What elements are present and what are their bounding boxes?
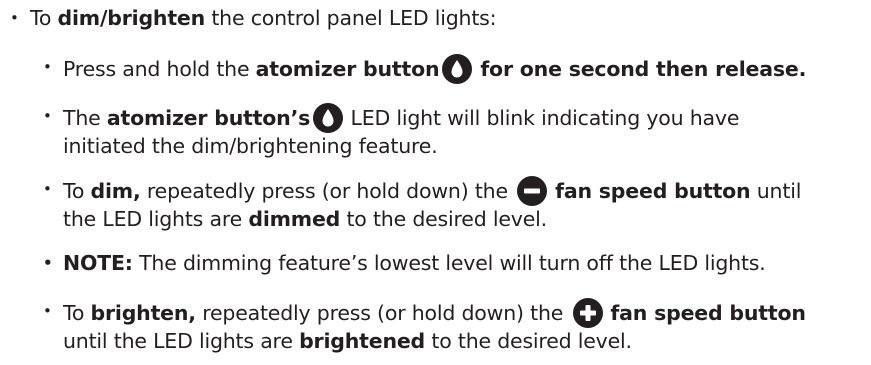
step-item-brighten: • To brighten, repeatedly press (or hold… (43, 298, 806, 355)
step-bold: atomizer button (255, 57, 440, 81)
step-line2-bold: brightened (299, 329, 426, 353)
bullet: • (43, 180, 52, 198)
step-bold-2: fan speed button (548, 179, 751, 203)
step-item-note: • NOTE: The dimming feature’s lowest lev… (43, 250, 766, 277)
bullet: • (43, 58, 52, 76)
step-line-1: The atomizer button’s LED light will bli… (63, 103, 739, 133)
minus-icon (517, 176, 548, 206)
step-bold: atomizer button’s (106, 106, 311, 130)
intro-post: the control panel LED lights: (205, 6, 497, 30)
step-mid: repeatedly press (or hold down) the (195, 301, 570, 325)
step-line2-pre: until the LED lights are (63, 329, 300, 353)
step-bold: dim, (90, 179, 141, 203)
intro-item: • To dim/brighten the control panel LED … (10, 5, 497, 32)
step-bold: brighten, (90, 301, 197, 325)
step-mid: repeatedly press (or hold down) the (140, 179, 515, 203)
step-pre: The (63, 106, 107, 130)
bullet: • (43, 107, 52, 125)
step-line-2: the LED lights are dimmed to the desired… (63, 206, 801, 233)
intro-bold: dim/brighten (57, 6, 206, 30)
droplet-icon (442, 54, 473, 84)
step-line2-pre: the LED lights are (63, 207, 249, 231)
bullet: • (43, 302, 52, 320)
intro-pre: To (30, 6, 58, 30)
step-bold-2: fan speed button (603, 301, 806, 325)
step-bold-end: for one second then release. (473, 57, 807, 81)
step-line-2: until the LED lights are brightened to t… (63, 328, 806, 355)
instructions-document: • To dim/brighten the control panel LED … (0, 0, 871, 365)
note-text: The dimming feature’s lowest level will … (132, 251, 766, 275)
step-line2-bold: dimmed (248, 207, 341, 231)
droplet-icon (313, 103, 344, 133)
step-item-led-blink: • The atomizer button’s LED light will b… (43, 103, 739, 160)
step-pre: Press and hold the (63, 57, 256, 81)
step-line-1: To brighten, repeatedly press (or hold d… (63, 298, 806, 328)
step-pre: To (63, 301, 91, 325)
bullet: • (10, 9, 19, 27)
step-item-dim: • To dim, repeatedly press (or hold down… (43, 176, 801, 233)
step-post: until (750, 179, 802, 203)
step-line2-post: to the desired level. (340, 207, 547, 231)
plus-icon (572, 298, 603, 328)
step-line-2: initiated the dim/brightening feature. (63, 134, 438, 158)
step-item-press-hold: • Press and hold the atomizer button for… (43, 54, 807, 84)
note-label: NOTE: (63, 251, 133, 275)
step-line2-post: to the desired level. (425, 329, 632, 353)
step-post: LED light will blink indicating you have (344, 106, 740, 130)
step-pre: To (63, 179, 91, 203)
bullet: • (43, 254, 53, 272)
step-line-1: To dim, repeatedly press (or hold down) … (63, 176, 801, 206)
